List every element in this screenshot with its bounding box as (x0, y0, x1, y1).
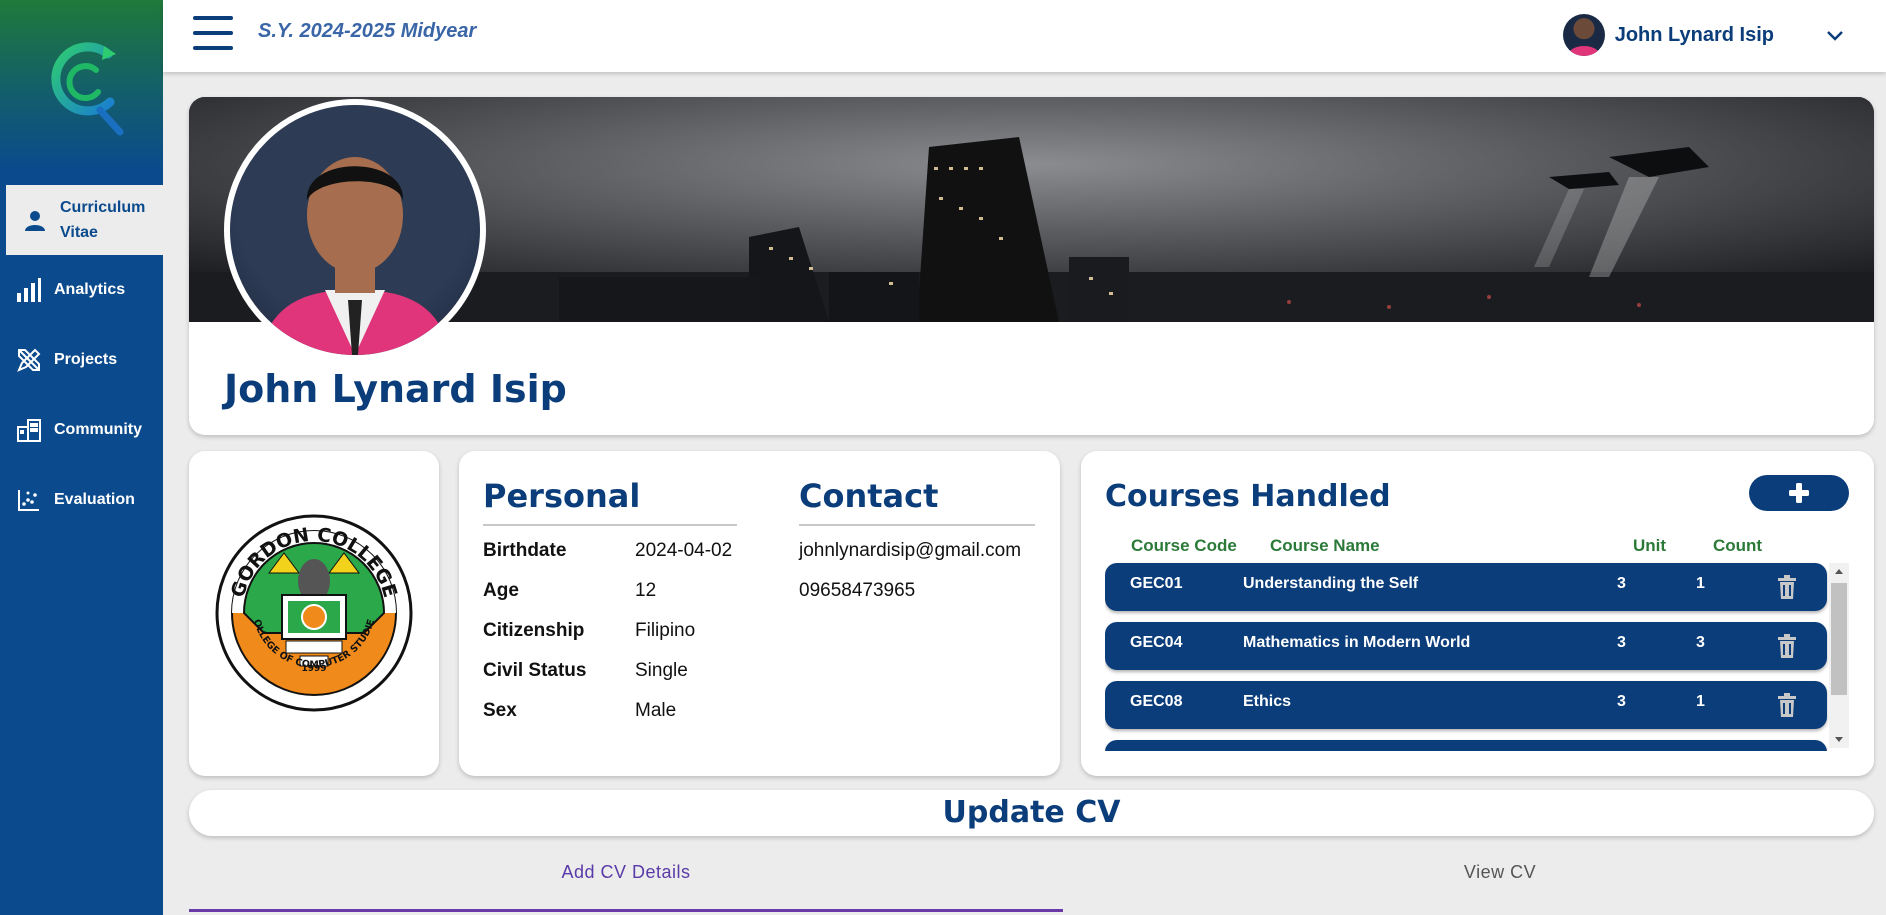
col-count: Count (1713, 536, 1763, 555)
menu-icon[interactable] (193, 16, 233, 52)
course-unit: 3 (1617, 693, 1626, 710)
col-course-name: Course Name (1270, 536, 1380, 555)
trash-icon[interactable] (1776, 575, 1798, 599)
contact-phone: 09658473965 (799, 580, 916, 601)
civil-status-label: Civil Status (483, 660, 587, 681)
personal-divider (483, 524, 737, 526)
profile-name: John Lynard Isip (224, 367, 567, 411)
top-bar: S.Y. 2024-2025 Midyear John Lynard Isip (163, 0, 1886, 72)
sidebar-item-community[interactable]: Community (0, 395, 163, 465)
college-logo-card: GORDON COLLEGE COLLEGE OF COMPUTER STUDI… (189, 451, 439, 776)
table-row[interactable]: GEC08 Ethics 3 1 (1105, 681, 1827, 729)
sidebar-item-label: Analytics (54, 281, 126, 298)
birthdate-value: 2024-04-02 (635, 540, 733, 561)
sidebar-item-label: Evaluation (54, 491, 135, 508)
tab-add-cv-details[interactable]: Add CV Details (189, 862, 1063, 912)
avatar (1562, 14, 1605, 56)
scroll-down-icon[interactable] (1834, 736, 1844, 744)
age-label: Age (483, 580, 519, 601)
course-code: GEC04 (1130, 634, 1183, 651)
course-code: GEC01 (1130, 575, 1183, 592)
school-year-label: S.Y. 2024-2025 Midyear (258, 20, 477, 42)
course-name: Understanding the Self (1243, 575, 1419, 592)
birthdate-label: Birthdate (483, 540, 567, 561)
sidebar-item-label: Community (54, 421, 142, 438)
sidebar-item-projects[interactable]: Projects (0, 325, 163, 395)
course-name: Ethics (1243, 693, 1292, 710)
seal-year-text: 1999 (301, 664, 326, 674)
add-course-button[interactable] (1749, 475, 1849, 511)
citizenship-label: Citizenship (483, 620, 585, 641)
chevron-down-icon[interactable] (1824, 24, 1846, 46)
sidebar-item-evaluation[interactable]: Evaluation (0, 465, 163, 535)
sex-label: Sex (483, 700, 517, 721)
pencil-ruler-icon (14, 345, 44, 375)
col-course-code: Course Code (1131, 536, 1237, 555)
courses-title: Courses Handled (1105, 479, 1391, 514)
citizenship-value: Filipino (635, 620, 696, 641)
personal-title: Personal (483, 477, 641, 515)
col-unit: Unit (1633, 536, 1667, 555)
sidebar-item-label: Curriculum Vitae (60, 199, 146, 241)
contact-divider (799, 524, 1035, 526)
courses-card: Courses Handled Course Code Course Name … (1081, 451, 1874, 776)
scatter-chart-icon (14, 485, 44, 515)
sidebar-item-label: Projects (54, 351, 118, 368)
scroll-up-icon[interactable] (1834, 567, 1844, 575)
sidebar-item-analytics[interactable]: Analytics (0, 255, 163, 325)
course-unit: 3 (1617, 575, 1626, 592)
course-count: 3 (1696, 634, 1705, 651)
course-unit: 3 (1617, 634, 1626, 651)
sex-value: Male (635, 700, 677, 721)
table-row[interactable]: GEC01 Understanding the Self 3 1 (1105, 563, 1827, 611)
table-row[interactable]: GEC04 Mathematics in Modern World 3 3 (1105, 622, 1827, 670)
info-card: Personal Birthdate 2024-04-02 Age 12 Cit… (459, 451, 1060, 776)
course-name: Mathematics in Modern World (1243, 634, 1471, 651)
contact-title: Contact (799, 477, 939, 515)
plus-icon (1789, 483, 1809, 503)
courses-scrollbar[interactable] (1829, 563, 1849, 748)
buildings-icon (14, 415, 44, 445)
college-seal-icon: GORDON COLLEGE COLLEGE OF COMPUTER STUDI… (214, 513, 413, 712)
table-row-partial[interactable] (1105, 740, 1827, 751)
contact-email: johnlynardisip@gmail.com (799, 540, 1022, 561)
course-count: 1 (1696, 693, 1705, 710)
bar-chart-icon (14, 275, 44, 305)
civil-status-value: Single (635, 660, 688, 681)
profile-card: John Lynard Isip (189, 97, 1874, 435)
update-cv-heading: Update CV (189, 790, 1874, 836)
course-code: GEC08 (1130, 693, 1183, 710)
age-value: 12 (635, 580, 657, 601)
course-list[interactable]: GEC01 Understanding the Self 3 1 GEC04 M… (1105, 561, 1831, 751)
person-icon (20, 205, 50, 235)
sidebar: Curriculum Vitae Analytics Projects Comm… (0, 0, 163, 915)
trash-icon[interactable] (1776, 693, 1798, 717)
sidebar-item-curriculum-vitae[interactable]: Curriculum Vitae (6, 185, 163, 255)
user-name: John Lynard Isip (1614, 23, 1774, 46)
trash-icon[interactable] (1776, 634, 1798, 658)
app-logo (38, 32, 128, 137)
profile-photo (224, 99, 486, 361)
user-menu[interactable]: John Lynard Isip (1562, 14, 1846, 56)
scroll-thumb[interactable] (1831, 583, 1847, 695)
course-count: 1 (1696, 575, 1705, 592)
tab-view-cv[interactable]: View CV (1063, 862, 1886, 912)
